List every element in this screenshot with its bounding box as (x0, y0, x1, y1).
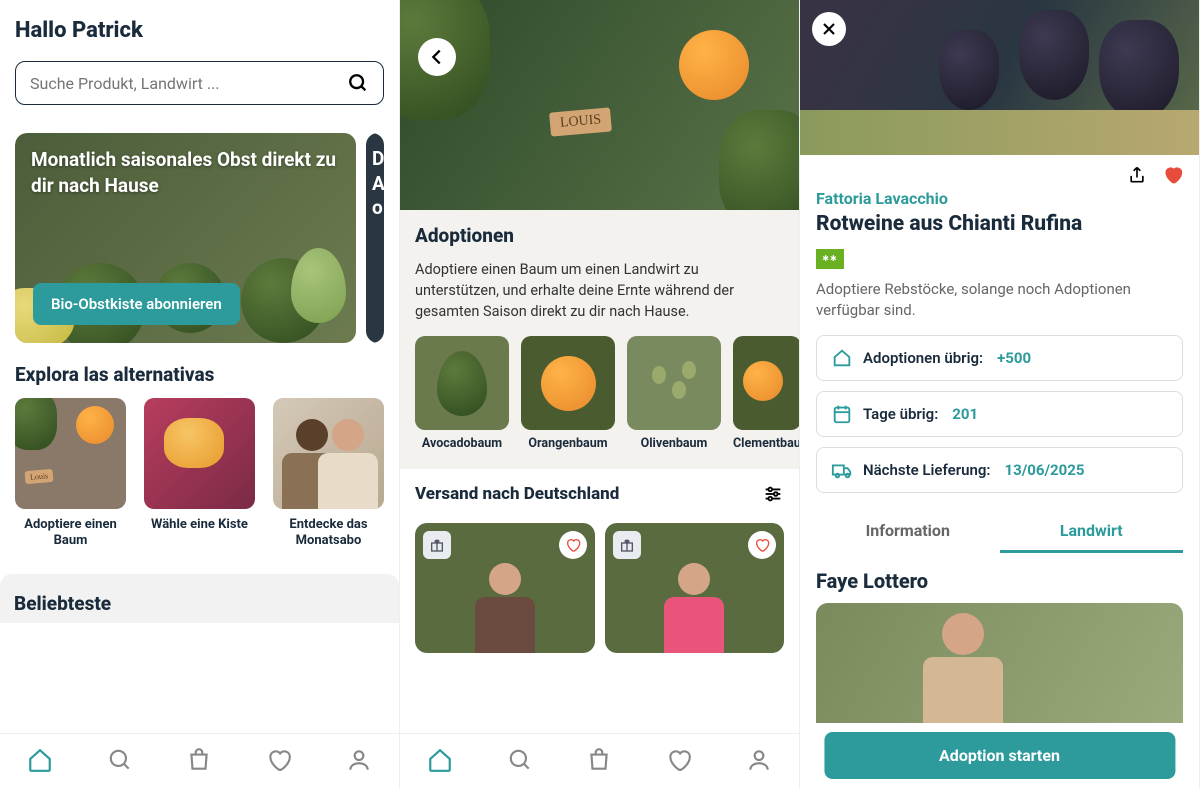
stat-days-left: Tage übrig: 201 (816, 391, 1183, 437)
alt-thumb (144, 398, 255, 509)
gift-badge (613, 531, 641, 559)
gift-icon (429, 537, 445, 553)
stat-value: 13/06/2025 (1005, 461, 1085, 479)
heart-icon (565, 537, 581, 553)
adoption-label: Clement­bau (733, 436, 799, 451)
tab-home[interactable] (427, 747, 453, 777)
stat-value: 201 (952, 405, 978, 423)
popular-title: Beliebteste (0, 574, 399, 623)
search-bar[interactable] (15, 61, 384, 105)
adoption-label: Orangenbaum (521, 436, 615, 451)
adoptions-description: Adoptiere einen Baum um einen Landwirt z… (415, 259, 784, 322)
calendar-icon (831, 403, 853, 425)
shipping-title: Versand nach Deutschland (415, 484, 762, 504)
house-icon (831, 347, 853, 369)
alt-thumb (273, 398, 384, 509)
adoption-thumb (733, 336, 799, 430)
favorite-button[interactable] (559, 531, 587, 559)
adoption-item-orange[interactable]: Orangenbaum (521, 336, 615, 451)
heart-icon (754, 537, 770, 553)
adoption-item-avocado[interactable]: Avocadobaum (415, 336, 509, 451)
tab-bar (0, 733, 399, 789)
tree-sign: LOUIS (549, 107, 612, 136)
alt-thumb: Louis (15, 398, 126, 509)
heart-icon[interactable] (1163, 165, 1183, 185)
search-input[interactable] (30, 74, 347, 93)
adoption-thumb (627, 336, 721, 430)
product-hero-image (800, 0, 1199, 155)
tab-shop[interactable] (186, 747, 212, 777)
start-adoption-button[interactable]: Adoption starten (824, 732, 1175, 779)
farmer-photo (816, 603, 1183, 723)
tab-home[interactable] (27, 747, 53, 777)
subscribe-button[interactable]: Bio-Obstkiste abonnieren (33, 283, 240, 325)
tab-profile[interactable] (746, 747, 772, 777)
arrow-left-icon (426, 46, 448, 68)
hero-card-next[interactable]: D A o (366, 133, 384, 343)
adoption-thumb (415, 336, 509, 430)
tab-farmer[interactable]: Landwirt (1000, 511, 1184, 553)
tab-bar (400, 733, 799, 789)
adoption-item-clementine[interactable]: Clement­bau (733, 336, 799, 451)
stat-label: Adoptionen übrig: (863, 349, 983, 367)
stat-value: +500 (997, 349, 1031, 367)
tab-profile[interactable] (346, 747, 372, 777)
filter-icon[interactable] (762, 483, 784, 505)
bio-badge: ✱✱ (816, 249, 844, 269)
farmer-name: Faye Lottero (800, 553, 1199, 603)
product-title: Rotweine aus Chianti Rufina (816, 212, 1183, 236)
stat-adoptions-left: Adoptionen übrig: +500 (816, 335, 1183, 381)
tab-favorites[interactable] (666, 747, 692, 777)
alt-label: Entdecke das Monatsabo (273, 517, 384, 550)
adoption-label: Avocadobaum (415, 436, 509, 451)
category-hero-image: LOUIS (400, 0, 799, 210)
tab-favorites[interactable] (266, 747, 292, 777)
adoption-label: Olivenbaum (627, 436, 721, 451)
tab-shop[interactable] (586, 747, 612, 777)
greeting: Hallo Patrick (15, 18, 384, 43)
explore-title: Explora las alternativas (15, 363, 384, 386)
search-icon (347, 72, 369, 94)
hero-card[interactable]: Monatlich saisonales Obst direkt zu dir … (15, 133, 356, 343)
close-icon (819, 19, 839, 39)
alt-item-adopt[interactable]: Louis Adoptiere einen Baum (15, 398, 126, 550)
farmer-card[interactable] (605, 523, 785, 653)
alt-label: Wähle eine Kiste (144, 517, 255, 533)
alt-item-subscription[interactable]: Entdecke das Monatsabo (273, 398, 384, 550)
stat-next-delivery: Nächste Lieferung: 13/06/2025 (816, 447, 1183, 493)
farmer-card[interactable] (415, 523, 595, 653)
product-description: Adoptiere Rebstöcke, solange noch Adopti… (816, 279, 1183, 321)
favorite-button[interactable] (748, 531, 776, 559)
gift-icon (619, 537, 635, 553)
gift-badge (423, 531, 451, 559)
tab-search[interactable] (107, 747, 133, 777)
alt-label: Adoptiere einen Baum (15, 517, 126, 550)
vendor-name[interactable]: Fattoria Lavacchio (816, 189, 1183, 208)
adoption-thumb (521, 336, 615, 430)
truck-icon (831, 459, 853, 481)
back-button[interactable] (418, 38, 456, 76)
stat-label: Nächste Lieferung: (863, 461, 991, 479)
adoptions-title: Adoptionen (415, 224, 784, 247)
stat-label: Tage übrig: (863, 405, 938, 423)
share-icon[interactable] (1127, 165, 1147, 185)
alt-item-box[interactable]: Wähle eine Kiste (144, 398, 255, 550)
hero-text: Monatlich saisonales Obst direkt zu dir … (31, 147, 340, 198)
close-button[interactable] (812, 12, 846, 46)
tab-information[interactable]: Information (816, 511, 1000, 553)
adoption-item-olive[interactable]: Olivenbaum (627, 336, 721, 451)
tab-search[interactable] (507, 747, 533, 777)
